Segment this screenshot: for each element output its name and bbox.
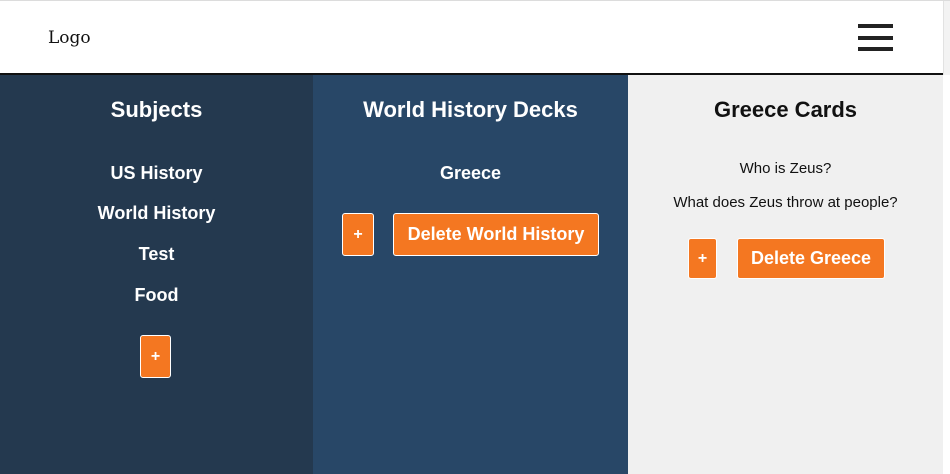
subject-item-us-history[interactable]: US History bbox=[0, 163, 313, 184]
card-item-zeus-throw[interactable]: What does Zeus throw at people? bbox=[628, 194, 943, 211]
subjects-title: Subjects bbox=[110, 97, 203, 122]
decks-title: World History Decks bbox=[363, 97, 578, 122]
delete-deck-button[interactable]: Delete Greece bbox=[737, 238, 885, 279]
subjects-column: Subjects US History World History Test F… bbox=[0, 75, 313, 474]
card-item-who-is-zeus[interactable]: Who is Zeus? bbox=[628, 160, 943, 177]
header-bar: Logo bbox=[0, 0, 950, 77]
subject-item-food[interactable]: Food bbox=[0, 285, 313, 306]
decks-column: World History Decks Greece + Delete Worl… bbox=[313, 75, 628, 474]
page-edge bbox=[943, 75, 950, 474]
hamburger-menu-icon[interactable] bbox=[858, 24, 893, 52]
deck-item-greece[interactable]: Greece bbox=[313, 163, 628, 184]
logo[interactable]: Logo bbox=[48, 28, 91, 48]
subject-item-test[interactable]: Test bbox=[0, 244, 313, 265]
scrollbar-track[interactable] bbox=[943, 1, 950, 77]
subject-item-world-history[interactable]: World History bbox=[0, 203, 313, 224]
add-subject-button[interactable]: + bbox=[140, 335, 171, 378]
hamburger-line bbox=[858, 47, 893, 51]
cards-column: Greece Cards Who is Zeus? What does Zeus… bbox=[628, 75, 943, 474]
hamburger-line bbox=[858, 24, 893, 28]
hamburger-line bbox=[858, 36, 893, 40]
add-deck-button[interactable]: + bbox=[342, 213, 374, 256]
add-card-button[interactable]: + bbox=[688, 238, 717, 279]
cards-title: Greece Cards bbox=[713, 97, 858, 122]
delete-subject-button[interactable]: Delete World History bbox=[393, 213, 599, 256]
